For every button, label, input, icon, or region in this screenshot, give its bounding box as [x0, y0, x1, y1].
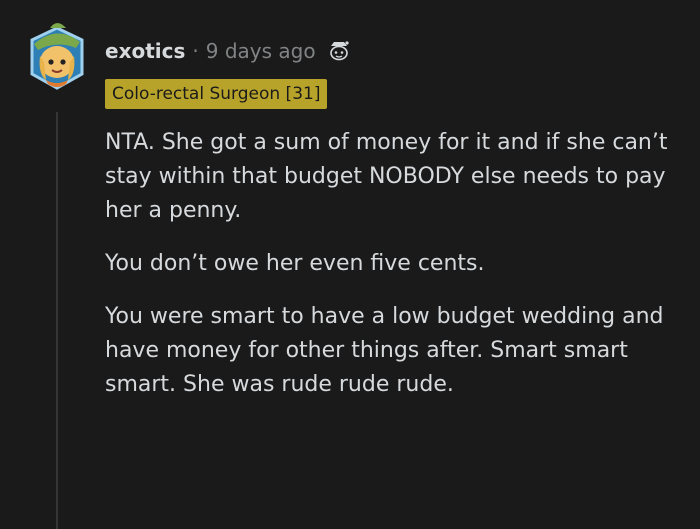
thread-line[interactable]: [56, 112, 58, 529]
comment-paragraph: You don’t owe her even five cents.: [105, 251, 485, 276]
username-link[interactable]: exotics: [105, 39, 185, 63]
comment-paragraph: You were smart to have a low budget wedd…: [105, 304, 664, 397]
user-avatar[interactable]: [22, 18, 92, 94]
user-flair: Colo-rectal Surgeon [31]: [105, 79, 328, 109]
timestamp[interactable]: 9 days ago: [206, 39, 316, 63]
comment: exotics · 9 days ago Colo-rectal Surgeon…: [0, 0, 700, 529]
comment-paragraph: NTA. She got a sum of money for it and i…: [105, 130, 668, 223]
meta-separator: ·: [192, 39, 199, 63]
snoo-award-icon[interactable]: [326, 38, 352, 64]
comment-body: NTA. She got a sum of money for it and i…: [105, 126, 685, 421]
comment-meta: exotics · 9 days ago: [105, 36, 352, 66]
